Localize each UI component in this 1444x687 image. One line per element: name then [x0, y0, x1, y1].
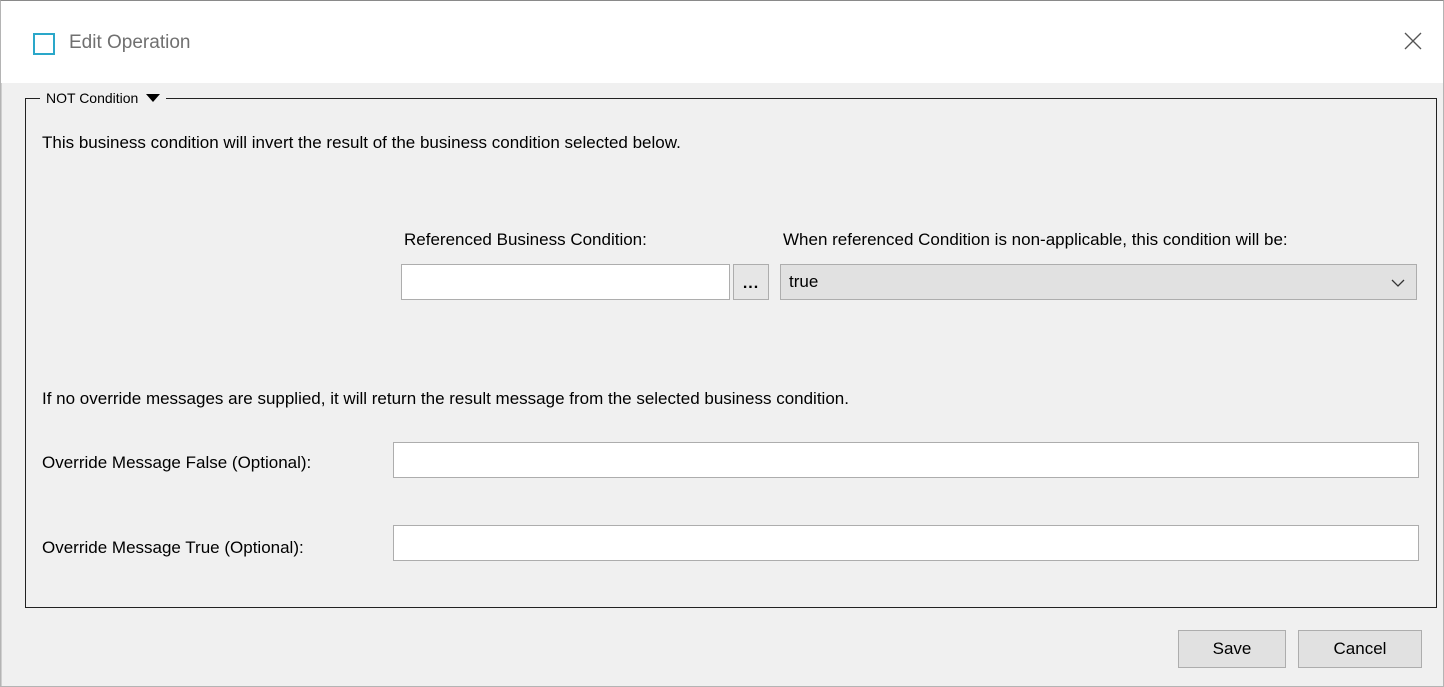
caret-down-icon — [146, 94, 161, 102]
referenced-condition-label: Referenced Business Condition: — [404, 230, 647, 249]
dialog-content: NOT Condition This business condition wi… — [1, 83, 1443, 686]
group-description: This business condition will invert the … — [42, 133, 681, 152]
referenced-condition-input[interactable] — [401, 264, 730, 300]
edit-operation-dialog: Edit Operation NOT Condition This busine… — [0, 0, 1444, 687]
non-applicable-label: When referenced Condition is non-applica… — [783, 230, 1288, 249]
override-note: If no override messages are supplied, it… — [42, 389, 849, 408]
browse-condition-button[interactable]: ... — [733, 264, 769, 300]
window-frame-icon — [33, 33, 55, 55]
close-icon — [1404, 32, 1422, 55]
non-applicable-value: true — [789, 272, 819, 291]
override-true-label: Override Message True (Optional): — [42, 538, 304, 557]
title-bar: Edit Operation — [1, 1, 1443, 83]
cancel-button[interactable]: Cancel — [1298, 630, 1422, 668]
group-label: NOT Condition — [46, 90, 139, 106]
group-header[interactable]: NOT Condition — [40, 87, 167, 109]
non-applicable-select[interactable]: true — [780, 264, 1417, 300]
override-true-input[interactable] — [393, 525, 1419, 561]
override-false-input[interactable] — [393, 442, 1419, 478]
override-false-label: Override Message False (Optional): — [42, 453, 312, 472]
close-button[interactable] — [1391, 23, 1435, 63]
chevron-down-icon — [1390, 275, 1406, 291]
dialog-title: Edit Operation — [69, 32, 191, 53]
save-button[interactable]: Save — [1178, 630, 1286, 668]
